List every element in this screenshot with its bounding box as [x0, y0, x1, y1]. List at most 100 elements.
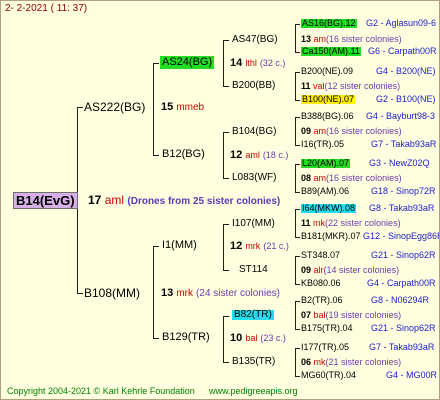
g3-name[interactable]: I107(MM) — [232, 219, 275, 229]
g2-name[interactable]: B12(BG) — [162, 149, 205, 160]
g4-ref[interactable]: G4 - Bayburt98-3 — [366, 112, 435, 121]
g4-name[interactable]: B89(AM).06 — [301, 187, 349, 196]
connector — [295, 256, 296, 284]
connector — [295, 301, 300, 302]
g3-name[interactable]: AS47(BG) — [232, 35, 278, 45]
connector — [223, 178, 229, 179]
g4-ref[interactable]: G7 - Takab93aR — [371, 140, 436, 149]
g4-ref[interactable]: G8 - N06294R — [371, 296, 429, 305]
connector — [223, 362, 229, 363]
g1-name[interactable]: AS222(BG) — [84, 101, 145, 113]
connector — [223, 132, 229, 133]
footer-copyright: Copyright 2004-2021 © Karl Kehrle Founda… — [7, 386, 195, 396]
connector — [153, 246, 154, 338]
g3-info: 07 bal(19 sister colonies) — [301, 310, 402, 320]
g3-name[interactable]: B135(TR) — [232, 357, 275, 367]
root-abbr: aml — [104, 193, 125, 207]
g4-name[interactable]: B175(TR).04 — [301, 324, 353, 333]
root-note: (Drones from 25 sister colonies) — [127, 196, 281, 207]
g4-ref[interactable]: G2 - Aglasun09-6 — [366, 19, 436, 28]
connector — [223, 224, 224, 270]
connector — [223, 86, 229, 87]
connector — [295, 145, 300, 146]
g4-name[interactable]: B181(MKR).07 — [301, 232, 361, 241]
connector — [295, 117, 300, 118]
pedigree-frame: 2- 2-2021 ( 11: 37) B14(EvG) 17 aml (Dro… — [0, 0, 440, 400]
g4-ref[interactable]: G12 - SinopEgg86R — [363, 232, 439, 241]
g4-name[interactable]: B100(NE).07 — [301, 95, 356, 104]
g4-name[interactable]: I16(TR).05 — [301, 140, 344, 149]
date-stamp: 2- 2-2021 ( 11: 37) — [5, 3, 88, 14]
g4-name[interactable]: KB080.06 — [301, 279, 341, 288]
connector — [295, 52, 300, 53]
connector — [295, 329, 300, 330]
g4-ref[interactable]: G2 - B100(NE) — [376, 95, 436, 104]
g1-name[interactable]: B108(MM) — [84, 287, 140, 299]
g3-name[interactable]: L083(WF) — [232, 173, 276, 183]
g4-ref[interactable]: G4 - Carpath00R — [367, 279, 436, 288]
connector — [295, 209, 296, 237]
g3-info: 09 am(16 sister colonies) — [301, 126, 402, 136]
g3-name[interactable]: B200(BB) — [232, 81, 275, 91]
g4-name[interactable]: I177(TR).05 — [301, 343, 349, 352]
g4-ref[interactable]: G3 - NewZ02Q — [369, 159, 430, 168]
g3-name[interactable]: B104(BG) — [232, 127, 276, 137]
connector — [223, 40, 224, 86]
g2-info: 12 aml (18 c.) — [230, 149, 289, 161]
connector — [295, 209, 300, 210]
connector — [295, 256, 300, 257]
connector — [153, 155, 159, 156]
connector — [295, 72, 296, 100]
g3-info: 08 am(16 sister colonies) — [301, 173, 402, 183]
g4-ref[interactable]: G4 - MG00R — [386, 371, 437, 380]
g4-name[interactable]: B388(BG).06 — [301, 112, 354, 121]
root-info: 17 aml (Drones from 25 sister colonies) — [88, 194, 280, 207]
g4-name[interactable]: AS16(BG).12 — [301, 19, 357, 28]
g4-ref[interactable]: G21 - Sinop62R — [371, 324, 436, 333]
connector — [295, 24, 300, 25]
connector — [153, 338, 159, 339]
g4-name[interactable]: B200(NE).09 — [301, 67, 353, 76]
g2-info: 14 lthl (32 c.) — [230, 57, 286, 69]
connector — [77, 293, 83, 294]
g4-ref[interactable]: G4 - B200(NE) — [376, 67, 436, 76]
g4-ref[interactable]: G7 - Takab93aR — [369, 343, 434, 352]
connector — [295, 164, 296, 192]
connector — [77, 107, 83, 108]
connector — [295, 72, 300, 73]
g3-info: 13 am(16 sister colonies) — [301, 34, 402, 44]
root-number: 17 — [88, 193, 102, 207]
connector — [295, 100, 300, 101]
g4-ref[interactable]: G8 - Takab93aR — [369, 204, 434, 213]
root-queen[interactable]: B14(EvG) — [13, 192, 78, 209]
g3-info: 06 mk(21 sister colonies) — [301, 357, 402, 367]
g4-ref[interactable]: G18 - Sinop72R — [371, 187, 436, 196]
connector — [223, 224, 229, 225]
footer-site-link[interactable]: www.pedigreeapis.org — [209, 387, 298, 396]
connector — [223, 316, 224, 362]
g3-name[interactable]: B82(TR) — [232, 310, 274, 320]
g2-info: 10 bal (23 c.) — [230, 332, 286, 344]
g4-name[interactable]: MG60(TR).04 — [301, 371, 356, 380]
g3-info: 09 alr(14 sister colonies) — [301, 265, 400, 275]
connector — [223, 132, 224, 178]
g4-name[interactable]: I64(MKW).08 — [301, 204, 357, 213]
g4-name[interactable]: ST348.07 — [301, 251, 340, 260]
g4-ref[interactable]: G21 - Sinop62R — [371, 251, 436, 260]
g2-name[interactable]: AS24(BG) — [160, 56, 215, 69]
g1-info: 15 mmeb — [161, 101, 205, 113]
connector — [153, 63, 159, 64]
g3-name[interactable]: ST114 — [239, 265, 268, 275]
g2-name[interactable]: I1(MM) — [162, 240, 197, 251]
connector — [223, 40, 229, 41]
g4-name[interactable]: L20(AM).07 — [301, 159, 351, 168]
g4-ref[interactable]: G6 - Carpath00R — [368, 47, 437, 56]
g4-name[interactable]: B2(TR).06 — [301, 296, 343, 305]
g4-name[interactable]: Ca150(AM).11 — [301, 47, 361, 56]
g3-info: 11 val(12 sister colonies) — [301, 81, 401, 91]
g2-name[interactable]: B129(TR) — [162, 332, 210, 343]
connector — [295, 164, 300, 165]
connector — [295, 117, 296, 145]
connector — [223, 316, 229, 317]
connector — [295, 24, 296, 52]
